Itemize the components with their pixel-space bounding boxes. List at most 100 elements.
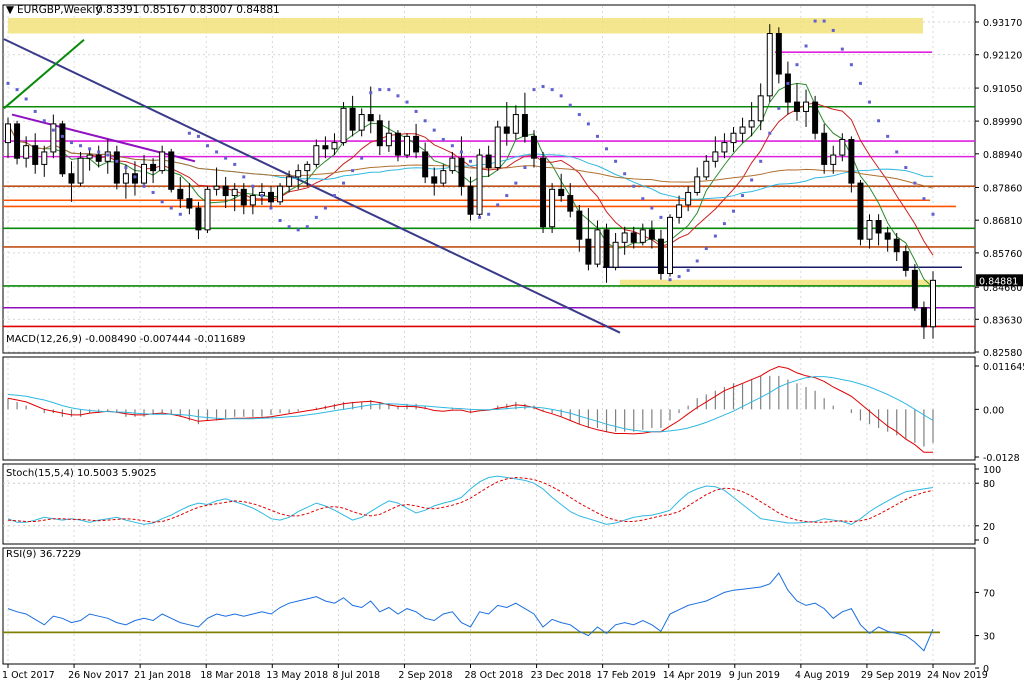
candle-body — [59, 123, 66, 175]
sar-dot — [133, 175, 137, 179]
sar-dot — [369, 91, 373, 95]
sar-dot — [568, 103, 572, 107]
candle-body — [540, 157, 547, 228]
sar-dot — [106, 153, 110, 157]
candle-body — [14, 123, 21, 159]
candle-body — [594, 229, 601, 265]
sar-dot — [459, 150, 463, 154]
candle-body — [240, 188, 247, 206]
price-tick-label: 0.92120 — [983, 51, 1022, 62]
sar-dot — [178, 212, 182, 216]
sar-dot — [831, 28, 835, 32]
candle[interactable] — [113, 145, 120, 190]
candle-body — [884, 232, 891, 240]
candle-body — [349, 107, 356, 131]
sar-dot — [505, 194, 509, 198]
candle-body — [177, 188, 184, 200]
candle-body — [911, 269, 918, 309]
candle-body — [222, 185, 229, 197]
sar-dot — [115, 159, 119, 163]
date-tick-label: 2 Sep 2018 — [398, 670, 452, 681]
candle-body — [676, 204, 683, 218]
sar-dot — [577, 113, 581, 117]
date-tick-label: 28 Oct 2018 — [465, 670, 524, 681]
price-tick-label: 0.86810 — [983, 216, 1022, 227]
sar-dot — [886, 134, 890, 138]
sar-dot — [251, 184, 255, 188]
sar-dot — [858, 81, 862, 85]
candle[interactable] — [494, 120, 501, 171]
sar-dot — [840, 47, 844, 51]
candle-body — [131, 173, 138, 184]
sar-dot — [242, 175, 246, 179]
candle-body — [476, 154, 483, 215]
sar-dot — [432, 128, 436, 132]
candle[interactable] — [14, 120, 21, 165]
candle[interactable] — [277, 183, 284, 205]
date-tick-label: 1 Oct 2017 — [2, 670, 55, 681]
date-tick-label: 23 Dec 2018 — [531, 670, 592, 681]
candle[interactable] — [404, 133, 411, 159]
candle[interactable] — [549, 183, 556, 233]
candle[interactable] — [812, 95, 819, 140]
candle-body — [322, 145, 329, 150]
sar-dot — [632, 184, 636, 188]
candle-body — [104, 151, 111, 162]
candle[interactable] — [857, 179, 864, 246]
candle-body — [612, 241, 619, 268]
candle[interactable] — [204, 186, 211, 233]
sar-dot — [33, 109, 37, 113]
sar-dot — [206, 144, 210, 148]
candle-body — [703, 160, 710, 178]
sar-dot — [414, 109, 418, 113]
candle-body — [694, 176, 701, 193]
candle-body — [866, 219, 873, 240]
sar-dot — [215, 150, 219, 154]
price-pane-frame — [2, 4, 976, 354]
sar-dot — [88, 147, 92, 151]
candle-body — [304, 163, 311, 172]
sar-dot — [704, 247, 708, 251]
symbol-dropdown-icon[interactable]: ▼ — [6, 4, 15, 16]
sar-dot — [323, 206, 327, 210]
candle-body — [821, 132, 828, 165]
date-tick-label: 26 Nov 2017 — [68, 670, 129, 681]
candle-body — [150, 163, 157, 172]
candle[interactable] — [476, 148, 483, 218]
chart-canvas[interactable]: 0.93170 0.92120 0.91050 0.89990 0.88940 0.878… — [0, 0, 1024, 683]
candle[interactable] — [59, 120, 66, 177]
rsi-label: RSI(9) 36.7229 — [6, 549, 81, 560]
sar-dot — [713, 234, 717, 238]
price-tick-label: 0.85760 — [983, 249, 1022, 260]
sar-dot — [124, 166, 128, 170]
sar-dot — [60, 134, 64, 138]
candle-body — [23, 145, 30, 159]
sar-dot — [922, 197, 926, 201]
candle-body — [549, 188, 556, 228]
candle[interactable] — [911, 264, 918, 311]
sar-dot — [931, 212, 935, 216]
sar-dot — [260, 194, 264, 198]
candle-body — [449, 157, 456, 172]
candle[interactable] — [340, 102, 347, 146]
candle[interactable] — [168, 148, 175, 193]
candle-body — [558, 188, 565, 197]
sar-dot — [741, 194, 745, 198]
sar-dot — [342, 181, 346, 185]
rsi-tick-label: 30 — [983, 632, 995, 643]
sar-dot — [786, 81, 790, 85]
sar-dot — [731, 209, 735, 213]
sar-dot — [822, 19, 826, 23]
candle-body — [68, 173, 75, 184]
stoch-tick-label: 20 — [983, 522, 995, 533]
sar-dot — [541, 85, 545, 89]
sar-dot — [450, 144, 454, 148]
candle[interactable] — [766, 24, 773, 103]
sar-dot — [296, 228, 300, 232]
candle[interactable] — [540, 151, 547, 233]
candle[interactable] — [667, 214, 674, 277]
sar-dot — [650, 206, 654, 210]
sar-dot — [6, 81, 10, 85]
sar-dot — [269, 206, 273, 210]
chart-window[interactable]: 0.93170 0.92120 0.91050 0.89990 0.88940 0.878… — [0, 0, 1024, 683]
